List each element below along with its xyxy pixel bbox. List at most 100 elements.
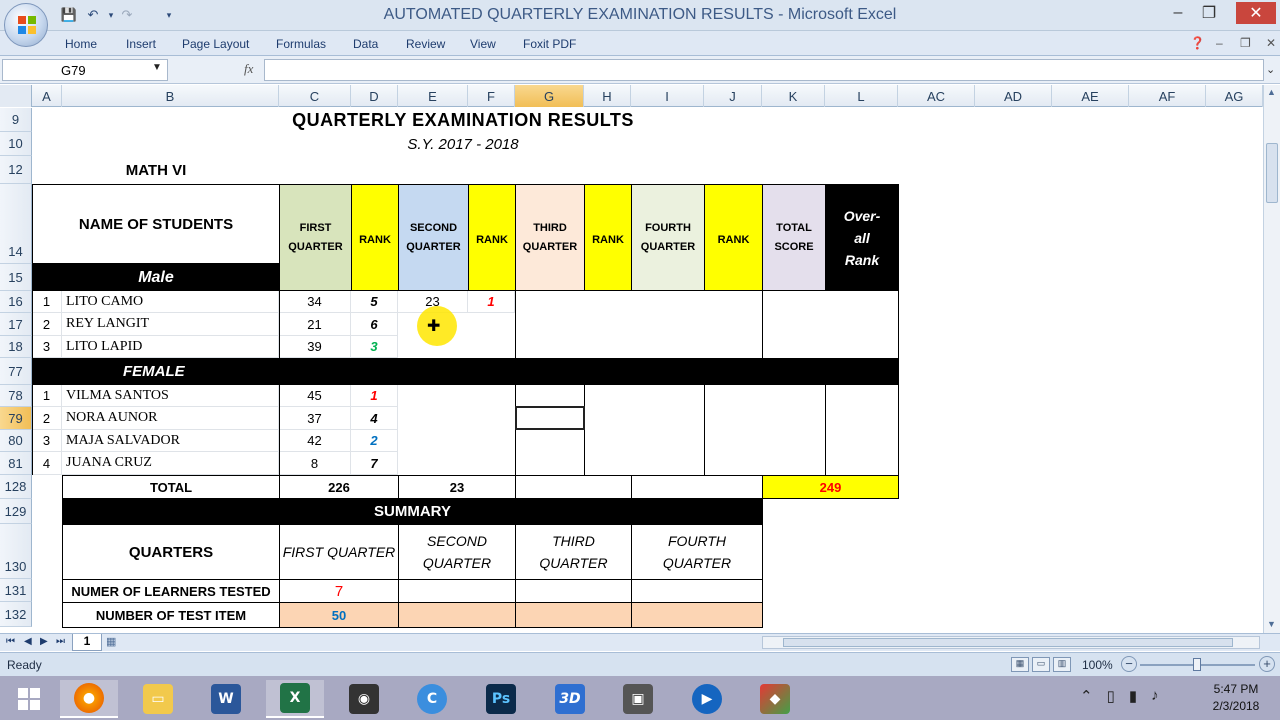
school-year[interactable]: S.Y. 2017 - 2018 [62,132,864,156]
column-header[interactable]: D [351,85,398,107]
first-quarter-rank[interactable]: 2 [351,430,398,452]
name-box-dropdown-icon[interactable]: ▼ [152,62,162,73]
ribbon-restore-icon[interactable]: ❐ [1240,36,1251,50]
name-box[interactable]: G79 [2,59,168,81]
scroll-down-icon[interactable]: ▼ [1267,619,1276,629]
office-button[interactable] [4,3,48,47]
student-name[interactable]: MAJA SALVADOR [62,430,279,452]
grand-total[interactable]: 249 [762,475,899,499]
tab-data[interactable]: Data [353,37,378,51]
network-icon[interactable]: ▮ [1129,687,1137,705]
student-name[interactable]: LITO LAPID [62,336,279,358]
first-sheet-icon[interactable]: ⏮ [6,636,15,647]
camera-app-taskbar-button[interactable]: ◉ [335,680,393,718]
first-quarter-rank[interactable]: 6 [351,313,398,336]
firefox-taskbar-button[interactable]: ● [60,680,118,718]
ribbon-close-icon[interactable]: ✕ [1266,36,1276,50]
video-app-taskbar-button[interactable]: ▣ [609,680,667,718]
first-quarter-score[interactable]: 8 [279,452,351,475]
row-header[interactable]: 78 [0,385,32,407]
spreadsheet-grid[interactable]: A B C D E F G H I J K L AC AD AE AF AG 9… [0,85,1263,633]
tab-insert[interactable]: Insert [126,37,156,51]
column-header[interactable]: AC [898,85,975,107]
first-quarter-rank[interactable]: 1 [351,385,398,407]
sheet-tab[interactable]: 1 [72,634,102,651]
page-layout-view-icon[interactable]: ▭ [1032,657,1050,672]
column-header[interactable]: K [762,85,825,107]
row-header[interactable]: 77 [0,358,32,385]
learners-tested-q1[interactable]: 7 [279,579,399,603]
student-number[interactable]: 2 [32,313,62,336]
first-quarter-score[interactable]: 37 [279,407,351,430]
vertical-scroll-thumb[interactable] [1266,143,1278,203]
file-explorer-taskbar-button[interactable]: ▭ [129,680,187,718]
total-third-quarter[interactable] [515,475,632,499]
horizontal-scroll-thumb[interactable] [783,638,1233,647]
row-header[interactable]: 129 [0,499,32,524]
clock[interactable]: 5:47 PM 2/3/2018 [1196,681,1276,715]
first-quarter-score[interactable]: 21 [279,313,351,336]
rank-header[interactable]: RANK [704,184,763,291]
first-quarter-rank[interactable]: 5 [351,291,398,313]
column-header-selected[interactable]: G [515,85,584,107]
insert-sheet-icon[interactable]: ▦ [106,635,126,649]
summary-second-quarter[interactable]: SECOND QUARTER [398,524,516,580]
student-name[interactable]: VILMA SANTOS [62,385,279,407]
column-header[interactable]: AG [1206,85,1263,107]
column-header[interactable]: AF [1129,85,1206,107]
row-header[interactable]: 10 [0,132,32,156]
summary-title[interactable]: SUMMARY [62,499,763,524]
row-header[interactable]: 17 [0,313,32,336]
row-header[interactable]: 12 [0,156,32,184]
overall-rank-header[interactable]: Over-all Rank [825,184,899,291]
row-header-selected[interactable]: 79 [0,407,32,430]
column-header[interactable]: AE [1052,85,1129,107]
column-header[interactable]: F [468,85,515,107]
rank-header[interactable]: RANK [468,184,516,291]
column-header[interactable]: AD [975,85,1052,107]
tab-view[interactable]: View [470,37,496,51]
first-quarter-score[interactable]: 45 [279,385,351,407]
maximize-button[interactable]: ❐ [1194,2,1224,24]
help-icon[interactable]: ❓ [1190,36,1205,50]
summary-fourth-quarter[interactable]: FOURTH QUARTER [631,524,763,580]
learners-tested-q4[interactable] [631,579,763,603]
row-header[interactable]: 130 [0,524,32,579]
column-header[interactable]: I [631,85,704,107]
second-quarter-header[interactable]: SECOND QUARTER [398,184,469,291]
tab-foxit-pdf[interactable]: Foxit PDF [523,37,576,51]
column-header[interactable]: J [704,85,762,107]
horizontal-scrollbar[interactable] [762,636,1260,649]
test-items-q4[interactable] [631,602,763,628]
close-button[interactable]: ✕ [1236,2,1276,24]
student-number[interactable]: 2 [32,407,62,430]
row-header[interactable]: 16 [0,291,32,313]
zoom-slider-thumb[interactable] [1193,658,1201,671]
test-items-q3[interactable] [515,602,632,628]
tab-formulas[interactable]: Formulas [276,37,326,51]
test-items-q2[interactable] [398,602,516,628]
page-break-view-icon[interactable]: ▥ [1053,657,1071,672]
total-second-quarter[interactable]: 23 [398,475,516,499]
first-quarter-score[interactable]: 34 [279,291,351,313]
column-header[interactable]: B [62,85,279,107]
browser-taskbar-button[interactable]: C [403,680,461,718]
select-all-corner[interactable] [0,85,32,107]
first-quarter-score[interactable]: 42 [279,430,351,452]
total-fourth-quarter[interactable] [631,475,763,499]
test-items-q1[interactable]: 50 [279,602,399,628]
show-hidden-icons-icon[interactable]: ⌃ [1080,687,1093,705]
volume-icon[interactable]: ♪ [1151,687,1159,705]
row-header[interactable]: 9 [0,108,32,132]
zoom-in-button[interactable]: + [1259,656,1275,672]
student-number[interactable]: 1 [32,385,62,407]
student-number[interactable]: 3 [32,430,62,452]
first-quarter-rank[interactable]: 4 [351,407,398,430]
student-name[interactable]: NORA AUNOR [62,407,279,430]
sheet-title[interactable]: QUARTERLY EXAMINATION RESULTS [62,108,864,132]
first-quarter-rank[interactable]: 7 [351,452,398,475]
student-number[interactable]: 1 [32,291,62,313]
vertical-scrollbar[interactable]: ▲ ▼ [1263,85,1280,633]
column-header[interactable]: A [32,85,62,107]
tab-home[interactable]: Home [65,37,97,51]
